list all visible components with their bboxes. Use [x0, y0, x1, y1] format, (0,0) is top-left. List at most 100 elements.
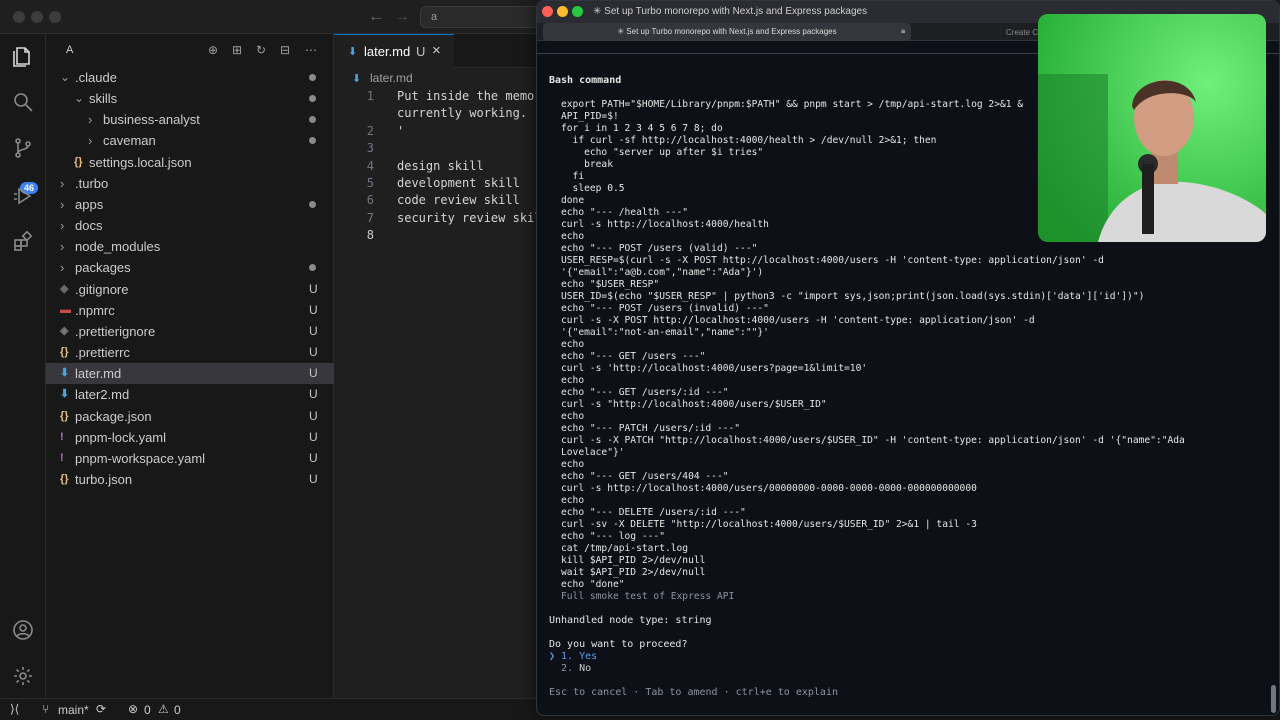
search-icon[interactable] — [11, 90, 35, 114]
tab-label: later.md — [364, 44, 411, 59]
command-line: USER_RESP=$(curl -s -X POST http://local… — [561, 255, 1104, 266]
tree-item-caveman-folder[interactable]: › caveman — [46, 130, 334, 151]
sync-icon[interactable]: ⟳ — [96, 702, 106, 716]
extensions-icon[interactable] — [11, 230, 35, 254]
arrow-right-icon[interactable]: → — [394, 8, 410, 26]
close-window-button[interactable] — [542, 6, 553, 17]
collapse-all-icon[interactable]: ⊟ — [278, 43, 292, 57]
tree-item-packages-folder[interactable]: › packages — [46, 257, 334, 278]
close-window-button[interactable] — [13, 11, 25, 23]
command-line: curl -s -X PATCH "http://localhost:4000/… — [561, 435, 1185, 446]
tree-item-pnpm-workspace-file[interactable]: ! pnpm-workspace.yaml U — [46, 448, 334, 469]
command-line: echo "--- GET /users/404 ---" — [561, 471, 729, 482]
command-line: echo — [561, 495, 585, 506]
error-icon[interactable]: ⊗ — [128, 702, 138, 716]
command-line: USER_ID=$(echo "$USER_RESP" | python3 -c… — [561, 291, 1145, 302]
option-label: Yes — [579, 651, 598, 662]
line-number: 6 — [366, 193, 374, 208]
line-number: 5 — [366, 176, 374, 190]
md-file-icon: ⬇ — [60, 388, 70, 401]
tree-item-docs-folder[interactable]: › docs — [46, 215, 334, 236]
terminal-tab-label: ✳ Set up Turbo monorepo with Next.js and… — [617, 27, 837, 36]
warning-message: Unhandled node type: string — [549, 615, 712, 626]
option-no[interactable]: 2. No — [549, 663, 591, 675]
npm-file-icon: ▬ — [60, 303, 71, 316]
run-debug-icon[interactable] — [11, 184, 35, 208]
tree-item-pnpm-lock-file[interactable]: ! pnpm-lock.yaml U — [46, 427, 334, 448]
command-line: echo "--- PATCH /users/:id ---" — [561, 423, 741, 434]
tab-later-md[interactable]: ⬇ later.md U × — [334, 34, 454, 68]
account-icon[interactable] — [11, 618, 35, 642]
line-text: Put inside the memor — [397, 89, 542, 103]
line-text: design skill — [397, 158, 484, 173]
line-number: 3 — [366, 141, 374, 156]
tree-item-settings-local-json[interactable]: {} settings.local.json — [46, 152, 334, 173]
maximize-window-button[interactable] — [49, 11, 61, 23]
tree-item-turbo-folder[interactable]: › .turbo — [46, 173, 334, 194]
modified-dot-indicator — [309, 264, 316, 272]
option-number: 1. — [561, 651, 574, 662]
git-branch[interactable]: main* — [58, 703, 89, 717]
git-status-badge: U — [309, 408, 318, 423]
tree-item-apps-folder[interactable]: › apps — [46, 194, 334, 215]
maximize-window-button[interactable] — [572, 6, 583, 17]
tree-item-label: turbo.json — [75, 472, 133, 488]
tree-item-prettierrc-file[interactable]: {} .prettierrc U — [46, 342, 334, 363]
terminal-scrollbar[interactable] — [1271, 685, 1276, 713]
tree-item-later-md-file[interactable]: ⬇ later.md U — [46, 363, 334, 385]
command-center-input[interactable]: a — [420, 6, 540, 28]
command-line: wait $API_PID 2>/dev/null — [561, 567, 706, 578]
modified-dot-indicator — [309, 95, 316, 103]
tree-item-prettierignore-file[interactable]: ◈ .prettierignore U — [46, 321, 334, 342]
yaml-file-icon: ! — [60, 430, 64, 443]
git-status-badge: U — [309, 472, 318, 487]
tree-item-node-modules-folder[interactable]: › node_modules — [46, 236, 334, 257]
git-status-badge: U — [309, 387, 318, 402]
tree-item-gitignore-file[interactable]: ◆ .gitignore U — [46, 279, 334, 300]
settings-gear-icon[interactable] — [11, 664, 35, 688]
explorer-sidebar: A ⊕ ⊞ ↻ ⊟ ⋯ ⌄ .claude ⌄ skills › business-ana… — [46, 34, 334, 698]
command-line: Lovelace"}' — [561, 447, 625, 458]
json-file-icon: {} — [60, 473, 69, 486]
line-number: 2 — [366, 123, 374, 138]
breadcrumb[interactable]: later.md — [370, 71, 413, 85]
more-actions-icon[interactable]: ⋯ — [304, 43, 318, 57]
tree-item-business-analyst-folder[interactable]: › business-analyst — [46, 109, 334, 130]
close-icon[interactable]: × — [432, 42, 441, 59]
minimize-window-button[interactable] — [31, 11, 43, 23]
command-line: curl -s http://localhost:4000/users/0000… — [561, 483, 977, 494]
tree-item-claude-folder[interactable]: ⌄ .claude — [46, 67, 334, 88]
option-label: No — [579, 663, 592, 674]
arrow-left-icon[interactable]: ← — [368, 8, 384, 26]
minimize-window-button[interactable] — [557, 6, 568, 17]
option-yes[interactable]: ❯ 1. Yes — [549, 651, 597, 663]
chevron-right-icon: › — [60, 175, 65, 191]
command-line: echo "--- DELETE /users/:id ---" — [561, 507, 746, 518]
terminal-tab[interactable]: ✳ Set up Turbo monorepo with Next.js and… — [543, 23, 911, 41]
command-line: echo "done" — [561, 579, 625, 590]
new-tab-button[interactable]: Create C — [1006, 28, 1038, 37]
tree-item-npmrc-file[interactable]: ▬ .npmrc U — [46, 300, 334, 321]
command-line: echo "--- POST /users (valid) ---" — [561, 243, 758, 254]
tree-item-label: settings.local.json — [89, 154, 192, 170]
line-number: 8 — [366, 228, 374, 243]
json-file-icon: {} — [60, 409, 69, 422]
remote-icon[interactable]: ⟩⟨ — [10, 702, 19, 716]
command-line: '{"email":"not-an-email","name":""}' — [561, 327, 769, 338]
tree-item-later2-md-file[interactable]: ⬇ later2.md U — [46, 384, 334, 405]
tab-status: U — [416, 44, 426, 59]
refresh-icon[interactable]: ↻ — [254, 43, 268, 57]
option-number: 2. — [561, 663, 574, 674]
tree-item-label: later2.md — [75, 387, 130, 403]
tree-item-package-json-file[interactable]: {} package.json U — [46, 406, 334, 427]
tree-item-label: .prettierignore — [75, 323, 156, 339]
new-file-icon[interactable]: ⊕ — [206, 43, 220, 57]
git-status-badge: U — [309, 366, 318, 381]
warning-icon[interactable]: ⚠ — [158, 702, 169, 716]
json-file-icon: {} — [74, 155, 83, 168]
new-folder-icon[interactable]: ⊞ — [230, 43, 244, 57]
tree-item-turbo-json-file[interactable]: {} turbo.json U — [46, 469, 334, 490]
source-control-icon[interactable] — [11, 136, 35, 160]
files-icon[interactable] — [11, 44, 35, 68]
tree-item-skills-folder[interactable]: ⌄ skills — [46, 88, 334, 109]
